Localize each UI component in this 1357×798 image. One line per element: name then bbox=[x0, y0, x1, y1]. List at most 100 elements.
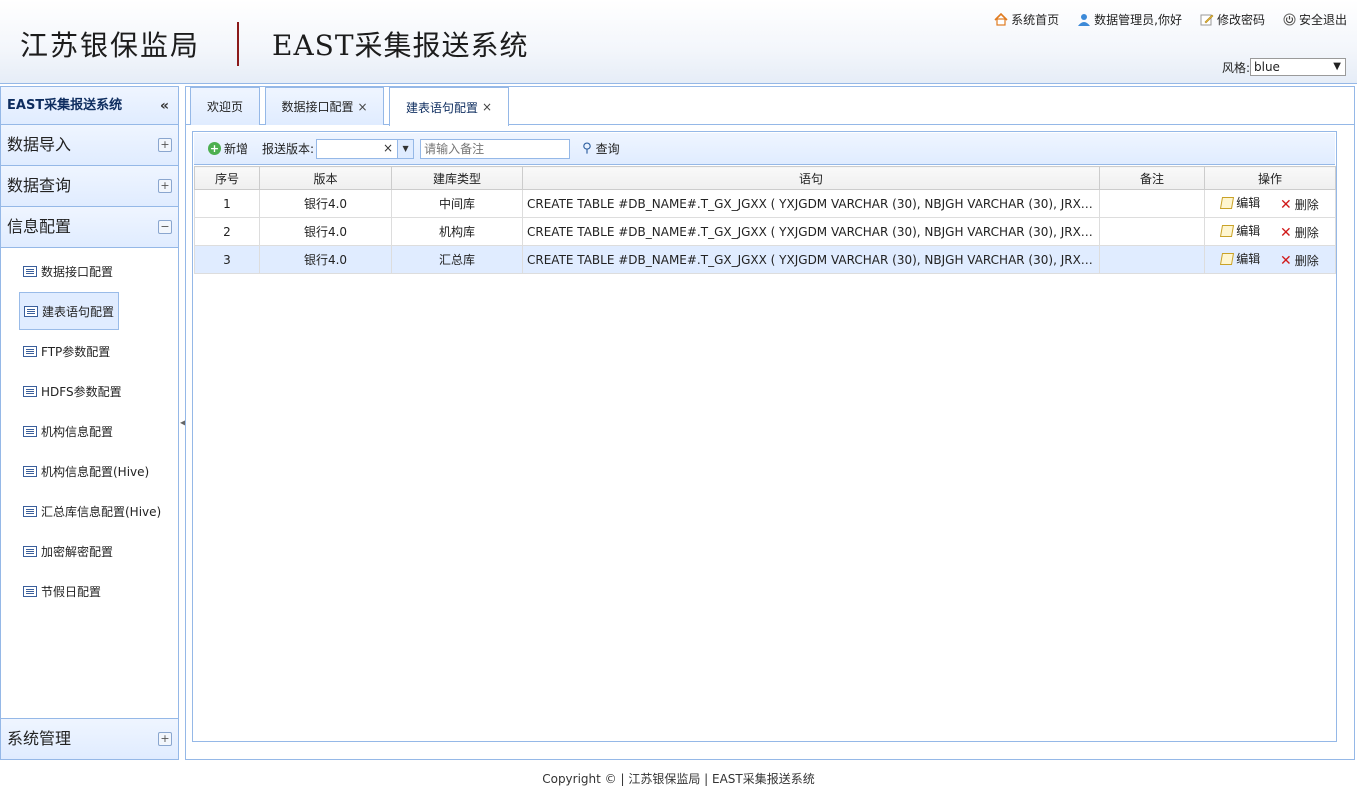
cell-sql: CREATE TABLE #DB_NAME#.T_GX_JGXX ( YXJGD… bbox=[522, 245, 1100, 274]
home-link[interactable]: 系统首页 bbox=[994, 11, 1059, 28]
power-icon bbox=[1283, 13, 1296, 26]
menu-item-data-interface[interactable]: 数据接口配置 bbox=[19, 252, 119, 290]
column-header[interactable]: 操作 bbox=[1204, 166, 1336, 190]
info-config-menu: 数据接口配置 建表语句配置 FTP参数配置 HDFS参数配置 机构信息配置 机构… bbox=[1, 248, 178, 717]
user-greeting-label: 数据管理员,你好 bbox=[1094, 13, 1182, 27]
logout-label: 安全退出 bbox=[1298, 13, 1347, 27]
tab-data-interface[interactable]: 数据接口配置 × bbox=[265, 87, 384, 125]
menu-item-encryption[interactable]: 加密解密配置 bbox=[19, 532, 119, 570]
menu-item-table-ddl[interactable]: 建表语句配置 bbox=[19, 292, 119, 330]
logout-link[interactable]: 安全退出 bbox=[1283, 11, 1347, 28]
home-icon bbox=[994, 13, 1008, 26]
tab-bar: 欢迎页 数据接口配置 × 建表语句配置 × bbox=[186, 87, 1354, 126]
menu-item-label: 加密解密配置 bbox=[41, 544, 114, 559]
column-header[interactable]: 语句 bbox=[522, 166, 1100, 190]
edit-label: 编辑 bbox=[1236, 224, 1261, 238]
menu-item-label: HDFS参数配置 bbox=[41, 384, 122, 399]
version-label: 报送版本: bbox=[262, 142, 315, 156]
edit-button[interactable]: 编辑 bbox=[1220, 194, 1260, 211]
system-title: EAST采集报送系统 bbox=[272, 29, 529, 62]
menu-item-label: 数据接口配置 bbox=[41, 264, 114, 279]
edit-button[interactable]: 编辑 bbox=[1220, 250, 1260, 267]
menu-item-label: FTP参数配置 bbox=[41, 344, 111, 359]
table-row[interactable]: 1 银行4.0 中间库 CREATE TABLE #DB_NAME#.T_GX_… bbox=[194, 189, 1336, 218]
cell-db-type: 汇总库 bbox=[391, 245, 523, 274]
cell-sql: CREATE TABLE #DB_NAME#.T_GX_JGXX ( YXJGD… bbox=[522, 217, 1100, 246]
list-icon bbox=[23, 505, 37, 517]
menu-item-org-info[interactable]: 机构信息配置 bbox=[19, 412, 119, 450]
edit-button[interactable]: 编辑 bbox=[1220, 222, 1261, 239]
menu-item-label: 机构信息配置(Hive) bbox=[41, 464, 150, 479]
menu-item-summary-db-hive[interactable]: 汇总库信息配置(Hive) bbox=[19, 492, 161, 530]
nav-group-system-admin[interactable]: 系统管理 + bbox=[1, 718, 178, 759]
column-header[interactable]: 备注 bbox=[1099, 166, 1205, 190]
delete-label: 删除 bbox=[1294, 198, 1319, 212]
version-combobox[interactable]: × ▼ bbox=[316, 138, 415, 159]
menu-item-label: 节假日配置 bbox=[41, 584, 102, 599]
delete-label: 删除 bbox=[1294, 226, 1319, 240]
home-link-label: 系统首页 bbox=[1011, 13, 1060, 27]
nav-group-label: 信息配置 bbox=[7, 217, 72, 236]
table-header-row: 序号 版本 建库类型 语句 备注 操作 bbox=[194, 166, 1336, 190]
cell-actions: 编辑 ✕ 删除 bbox=[1204, 245, 1336, 274]
close-icon[interactable]: × bbox=[482, 100, 492, 114]
delete-button[interactable]: ✕ 删除 bbox=[1280, 196, 1319, 213]
sidebar: EAST采集报送系统 « 数据导入 + 数据查询 + 信息配置 − 数据接口配置… bbox=[0, 86, 179, 760]
top-links: 系统首页 数据管理员,你好 修改密码 安全退出 bbox=[994, 11, 1347, 28]
cell-no: 1 bbox=[194, 189, 260, 218]
column-header[interactable]: 序号 bbox=[194, 166, 260, 190]
collapse-icon[interactable]: − bbox=[158, 220, 172, 234]
list-icon bbox=[23, 545, 37, 557]
list-icon bbox=[23, 465, 37, 477]
search-button[interactable]: ⚲ 查询 bbox=[582, 140, 620, 157]
nav-group-label: 数据导入 bbox=[7, 135, 72, 154]
tab-label: 数据接口配置 bbox=[281, 100, 354, 114]
org-logo-text: 江苏银保监局 bbox=[20, 29, 201, 62]
expand-icon[interactable]: + bbox=[158, 138, 172, 152]
expand-icon[interactable]: + bbox=[158, 179, 172, 193]
delete-button[interactable]: ✕ 删除 bbox=[1280, 224, 1319, 241]
cell-no: 3 bbox=[194, 245, 260, 274]
list-icon bbox=[23, 345, 37, 357]
menu-item-hdfs[interactable]: HDFS参数配置 bbox=[19, 372, 122, 410]
cell-actions: 编辑 ✕ 删除 bbox=[1204, 217, 1336, 246]
tab-table-ddl[interactable]: 建表语句配置 × bbox=[389, 87, 509, 126]
theme-select[interactable]: blue ▼ bbox=[1250, 58, 1346, 76]
nav-group-info-config[interactable]: 信息配置 − bbox=[1, 207, 178, 248]
delete-icon: ✕ bbox=[1280, 224, 1292, 241]
user-greeting[interactable]: 数据管理员,你好 bbox=[1077, 11, 1182, 28]
list-icon bbox=[24, 305, 38, 317]
close-icon[interactable]: × bbox=[357, 100, 367, 114]
add-button[interactable]: + 新增 bbox=[208, 140, 248, 157]
collapse-sidebar-icon[interactable]: « bbox=[160, 87, 169, 125]
column-header[interactable]: 版本 bbox=[259, 166, 392, 190]
theme-selector: 风格: blue ▼ bbox=[1222, 58, 1346, 76]
menu-item-org-info-hive[interactable]: 机构信息配置(Hive) bbox=[19, 452, 149, 490]
cell-remark bbox=[1099, 189, 1205, 218]
clear-icon[interactable]: × bbox=[383, 141, 393, 155]
nav-group-data-query[interactable]: 数据查询 + bbox=[1, 166, 178, 207]
change-password-label: 修改密码 bbox=[1216, 13, 1265, 27]
delete-button[interactable]: ✕ 删除 bbox=[1280, 252, 1319, 269]
remark-input[interactable] bbox=[420, 138, 571, 159]
list-icon bbox=[23, 385, 37, 397]
cell-db-type: 中间库 bbox=[391, 189, 523, 218]
cell-remark bbox=[1099, 245, 1205, 274]
table-row-selected[interactable]: 3 银行4.0 汇总库 CREATE TABLE #DB_NAME#.T_GX_… bbox=[194, 245, 1336, 274]
change-password-link[interactable]: 修改密码 bbox=[1200, 11, 1265, 28]
expand-icon[interactable]: + bbox=[158, 732, 172, 746]
ddl-table: 序号 版本 建库类型 语句 备注 操作 1 银行4.0 中间库 CREATE T… bbox=[194, 166, 1336, 274]
theme-label: 风格: bbox=[1221, 60, 1250, 75]
column-header[interactable]: 建库类型 bbox=[391, 166, 523, 190]
table-row[interactable]: 2 银行4.0 机构库 CREATE TABLE #DB_NAME#.T_GX_… bbox=[194, 217, 1336, 246]
tab-welcome[interactable]: 欢迎页 bbox=[190, 87, 260, 125]
cell-sql: CREATE TABLE #DB_NAME#.T_GX_JGXX ( YXJGD… bbox=[522, 189, 1100, 218]
menu-item-holidays[interactable]: 节假日配置 bbox=[19, 572, 119, 610]
menu-item-ftp[interactable]: FTP参数配置 bbox=[19, 332, 119, 370]
nav-group-data-import[interactable]: 数据导入 + bbox=[1, 125, 178, 166]
theme-select-value: blue bbox=[1254, 60, 1280, 74]
chevron-down-icon[interactable]: ▼ bbox=[397, 139, 414, 158]
cell-no: 2 bbox=[194, 217, 260, 246]
tab-label: 欢迎页 bbox=[206, 100, 243, 114]
cell-version: 银行4.0 bbox=[259, 217, 392, 246]
